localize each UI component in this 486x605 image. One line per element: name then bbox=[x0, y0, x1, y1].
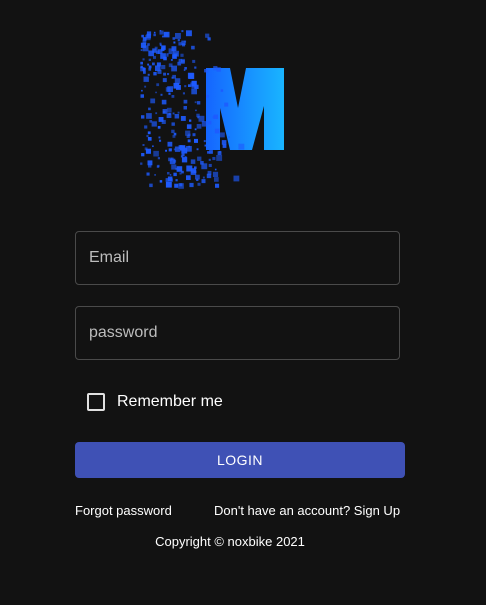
email-field[interactable] bbox=[75, 231, 400, 285]
login-button[interactable]: LOGIN bbox=[75, 442, 405, 478]
email-input[interactable] bbox=[76, 232, 399, 284]
remember-me-label[interactable]: Remember me bbox=[117, 393, 223, 411]
password-input[interactable] bbox=[76, 307, 399, 359]
login-page: Remember me LOGIN Forgot password Don't … bbox=[0, 0, 486, 605]
brand-logo bbox=[140, 30, 284, 189]
remember-me-checkbox[interactable] bbox=[87, 393, 105, 411]
copyright-text: Copyright © noxbike 2021 bbox=[155, 534, 305, 549]
forgot-password-link[interactable]: Forgot password bbox=[75, 503, 172, 518]
sign-up-link[interactable]: Don't have an account? Sign Up bbox=[214, 503, 400, 518]
logo-letter-m bbox=[206, 68, 284, 150]
password-field[interactable] bbox=[75, 306, 400, 360]
remember-me-row[interactable]: Remember me bbox=[87, 391, 223, 413]
